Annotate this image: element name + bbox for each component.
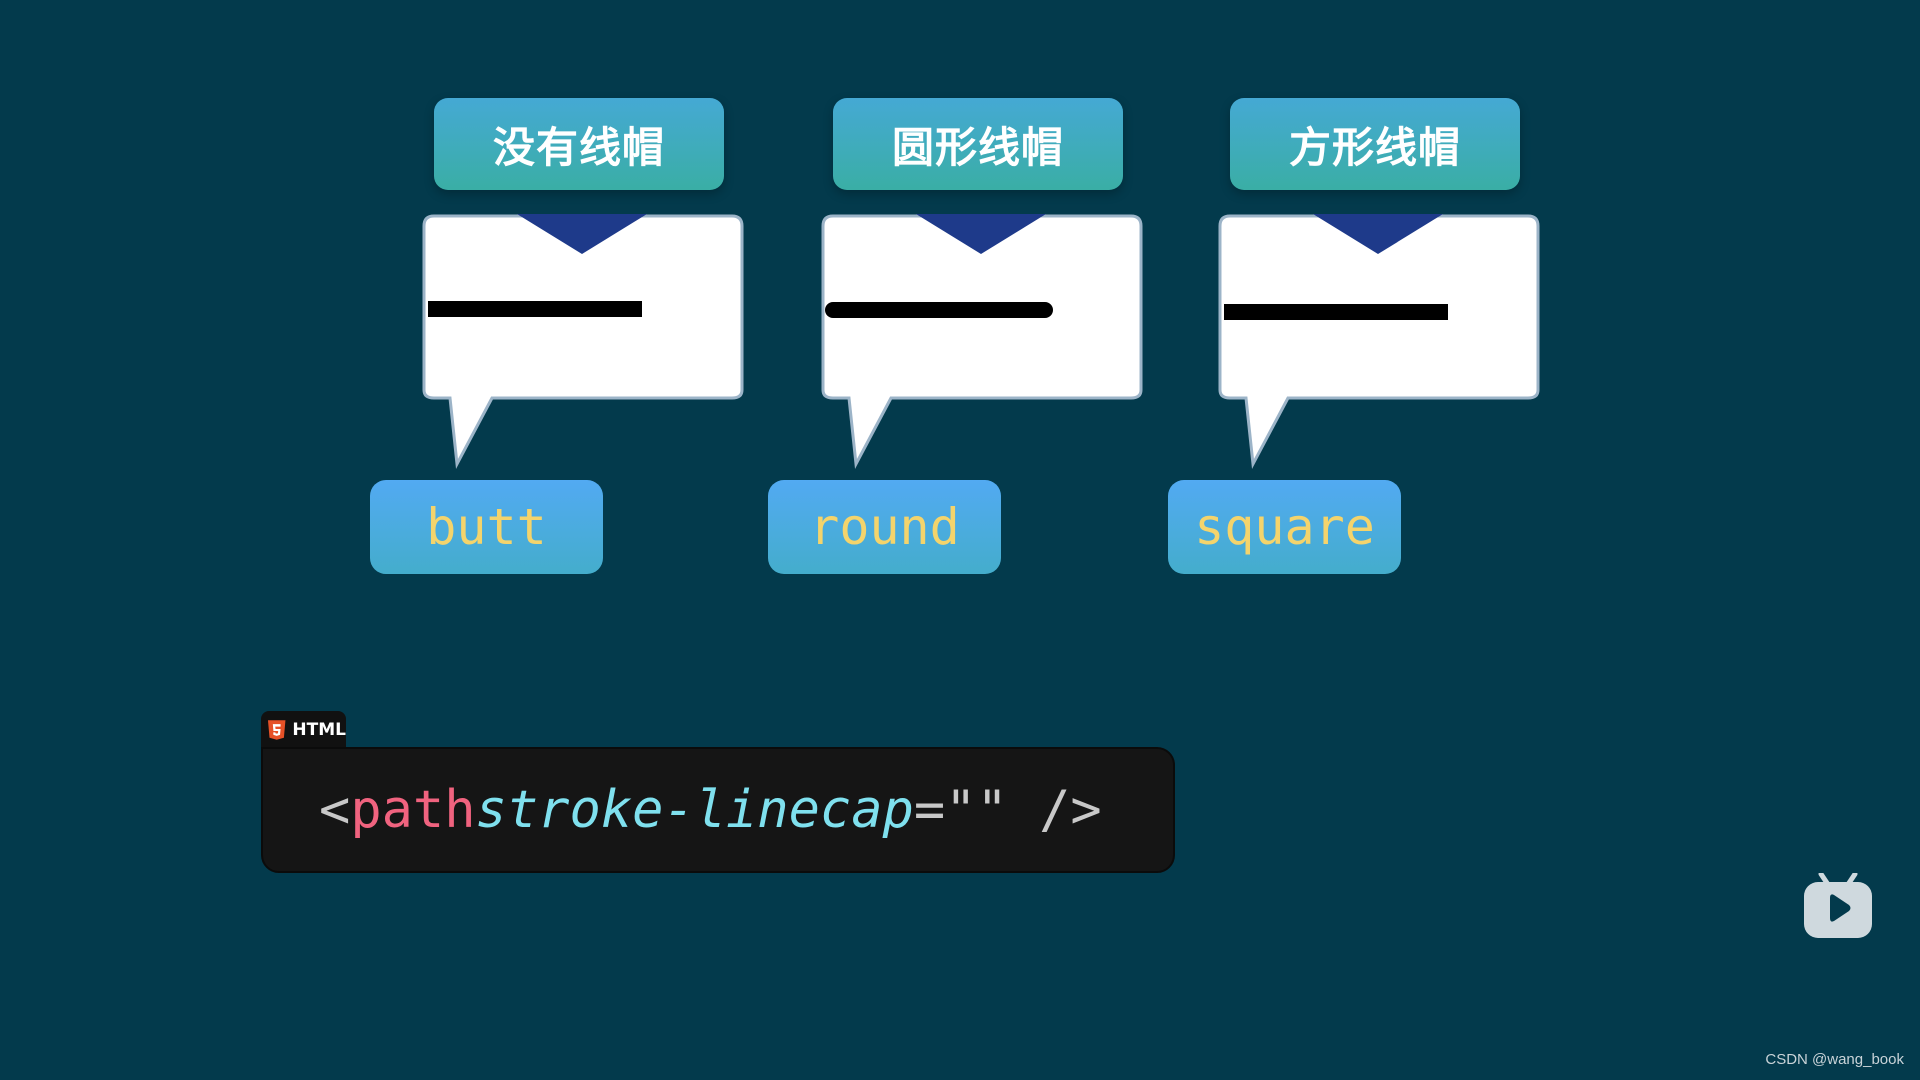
label-square-linecap: 方形线帽 xyxy=(1230,98,1520,190)
label-no-linecap: 没有线帽 xyxy=(434,98,724,190)
speech-bubble xyxy=(1218,214,1540,470)
card-round xyxy=(821,214,1143,470)
code-snippet: < path stroke-linecap ="" /> xyxy=(261,747,1175,873)
watermark: CSDN @wang_book xyxy=(1765,1051,1904,1068)
code-language-tab[interactable]: HTML xyxy=(261,711,346,748)
code-language-label: HTML xyxy=(292,719,346,740)
code-attribute-name: stroke-linecap xyxy=(475,780,914,840)
code-open-bracket: < xyxy=(319,780,351,840)
html5-icon xyxy=(267,719,286,740)
value-square-button[interactable]: square xyxy=(1168,480,1401,574)
code-attribute-value: ="" xyxy=(913,780,1008,840)
card-butt xyxy=(422,214,744,470)
code-close-bracket: /> xyxy=(1007,780,1102,840)
speech-bubble xyxy=(422,214,744,470)
tv-play-icon[interactable] xyxy=(1803,871,1873,939)
speech-bubble xyxy=(821,214,1143,470)
value-butt-button[interactable]: butt xyxy=(370,480,603,574)
label-round-linecap: 圆形线帽 xyxy=(833,98,1123,190)
code-tag-name: path xyxy=(350,780,476,840)
card-square xyxy=(1218,214,1540,470)
value-round-button[interactable]: round xyxy=(768,480,1001,574)
